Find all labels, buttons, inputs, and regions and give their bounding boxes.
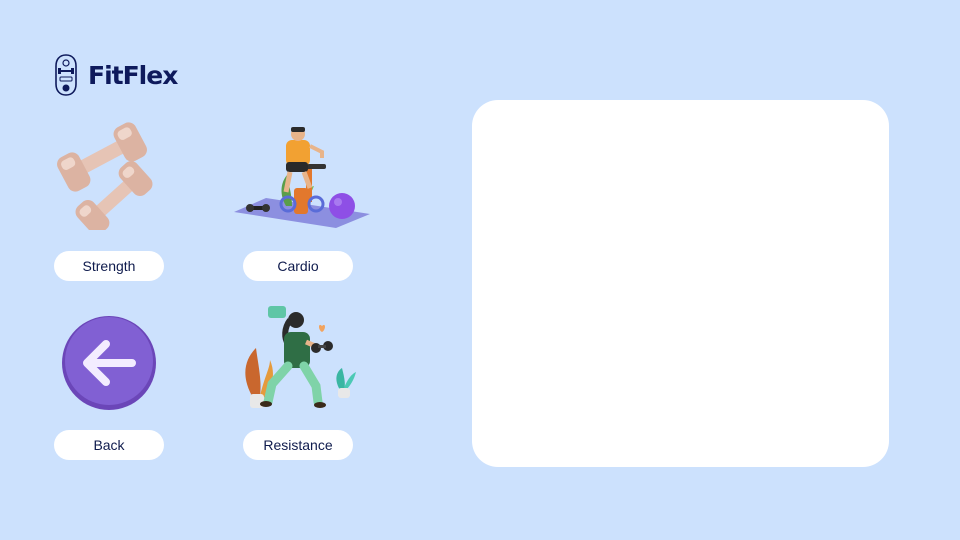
dumbbells-icon	[57, 122, 153, 230]
cardio-button[interactable]: Cardio	[243, 251, 353, 281]
back-button[interactable]: Back	[54, 430, 164, 460]
badge-dumbbell-icon	[55, 54, 77, 96]
content-panel	[472, 100, 889, 467]
resistance-illustration[interactable]	[238, 304, 358, 412]
cardio-illustration[interactable]	[226, 126, 372, 230]
resistance-button[interactable]: Resistance	[243, 430, 353, 460]
exercise-bike-person-icon	[234, 127, 370, 228]
lunge-with-dumbbell-person-icon	[245, 306, 356, 408]
app-logo: FitFlex	[54, 54, 178, 96]
strength-illustration[interactable]	[52, 122, 156, 230]
strength-button[interactable]: Strength	[54, 251, 164, 281]
back-illustration[interactable]	[60, 314, 158, 412]
brand-name: FitFlex	[88, 60, 178, 90]
back-arrow-icon	[62, 316, 156, 410]
